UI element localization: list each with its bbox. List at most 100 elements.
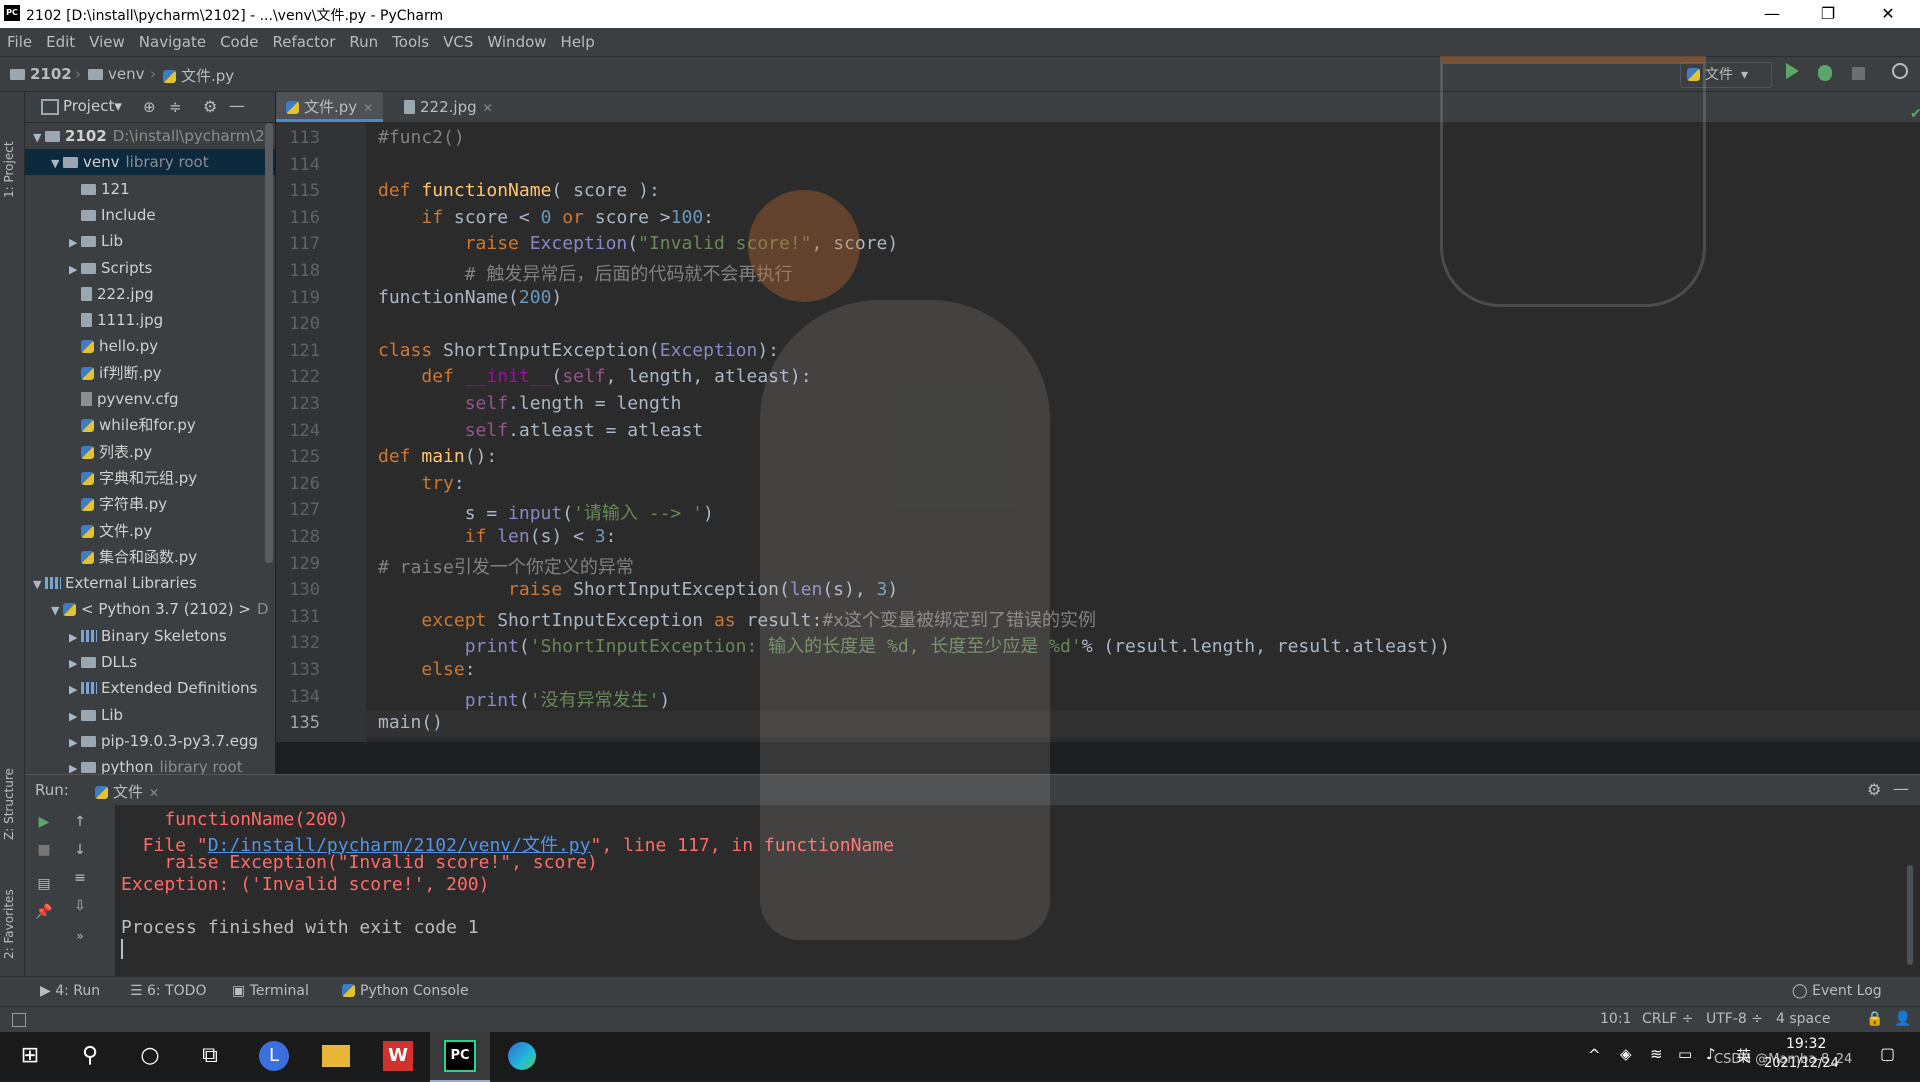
gear-icon[interactable]: ⚙ [1867, 780, 1881, 799]
breadcrumb-file[interactable]: 文件.py [163, 65, 234, 86]
run-icon[interactable] [1786, 63, 1799, 79]
project-tool-tab[interactable]: 1: Project [2, 108, 22, 198]
collapse-arrow-icon[interactable]: ▶ [69, 756, 81, 774]
code-line[interactable]: def functionName( score ): [378, 180, 660, 201]
app-l-icon[interactable]: L [244, 1032, 304, 1080]
menu-code[interactable]: Code [213, 28, 265, 56]
tree-item[interactable]: 121 [25, 176, 275, 202]
indent-setting[interactable]: 4 space [1776, 1011, 1830, 1027]
tray-expand-icon[interactable]: ^ [1588, 1046, 1601, 1064]
notifications-icon[interactable]: 👤 [1894, 1011, 1911, 1027]
code-line[interactable]: try: [378, 473, 464, 494]
tree-item[interactable]: if判断.py [25, 360, 275, 386]
toggle-tool-windows-icon[interactable] [12, 1013, 26, 1027]
file-encoding[interactable]: UTF-8 ÷ [1706, 1011, 1763, 1027]
collapse-arrow-icon[interactable]: ▶ [69, 651, 81, 677]
tool-tab-python-console[interactable]: Python Console [342, 983, 469, 999]
tree-item[interactable]: 1111.jpg [25, 307, 275, 333]
collapse-arrow-icon[interactable]: ▶ [69, 257, 81, 283]
tree-item[interactable]: ▼ External Libraries [25, 570, 273, 596]
code-line[interactable]: functionName(200) [378, 287, 562, 308]
menu-help[interactable]: Help [554, 28, 602, 56]
tree-item[interactable]: 字典和元组.py [25, 465, 275, 491]
tree-scrollbar[interactable] [265, 123, 273, 563]
collapse-arrow-icon[interactable]: ▶ [69, 677, 81, 703]
clock-time[interactable]: 19:32 [1786, 1036, 1826, 1052]
collapse-arrow-icon[interactable]: ▶ [69, 230, 81, 256]
menu-run[interactable]: Run [342, 28, 385, 56]
tree-item[interactable]: 集合和函数.py [25, 544, 275, 570]
code-line[interactable]: #func2() [378, 127, 465, 148]
tree-item[interactable]: ▶ Lib [25, 702, 275, 728]
tree-item[interactable]: ▶ DLLs [25, 649, 275, 675]
expand-arrow-icon[interactable]: ▼ [51, 151, 63, 177]
code-line[interactable]: except ShortInputException as result:#x这… [378, 606, 1096, 632]
menu-tools[interactable]: Tools [385, 28, 436, 56]
collapse-arrow-icon[interactable]: ▶ [69, 704, 81, 730]
project-view-selector[interactable]: Project▾ [63, 97, 122, 115]
collapse-arrow-icon[interactable]: ▶ [69, 730, 81, 756]
expand-arrow-icon[interactable]: ▼ [33, 125, 45, 151]
code-area[interactable]: #func2() def functionName( score ): if sc… [276, 122, 1920, 742]
collapse-all-icon[interactable]: ≑ [169, 98, 182, 116]
code-line[interactable]: main() [378, 712, 443, 733]
run-tab[interactable]: 文件 ✕ [95, 781, 159, 802]
expand-arrow-icon[interactable]: ▼ [33, 572, 45, 598]
tree-item[interactable]: pyvenv.cfg [25, 386, 275, 412]
code-line[interactable]: def __init__(self, length, atleast): [378, 366, 811, 387]
event-log[interactable]: ◯ Event Log [1792, 983, 1882, 999]
battery-icon[interactable]: ▭ [1678, 1045, 1692, 1063]
edge-icon[interactable] [492, 1032, 552, 1080]
code-line[interactable]: raise Exception("Invalid score!", score) [378, 233, 899, 254]
tool-tab-terminal[interactable]: ▣ Terminal [232, 983, 309, 999]
tree-item[interactable]: ▼ < Python 3.7 (2102) > D [25, 596, 275, 622]
breadcrumb-folder[interactable]: venv [88, 65, 145, 83]
code-line[interactable]: print('没有异常发生') [378, 686, 671, 712]
code-line[interactable]: self.atleast = atleast [378, 420, 703, 441]
code-line[interactable]: if score < 0 or score >100: [378, 207, 714, 228]
tool-tab-todo[interactable]: ☰ 6: TODO [130, 983, 206, 999]
run-config-selector[interactable]: 文件 ▾ [1680, 62, 1772, 88]
wifi-icon[interactable]: ≋ [1650, 1045, 1663, 1063]
tree-item[interactable]: ▶ Binary Skeletons [25, 623, 275, 649]
search-icon[interactable] [1892, 63, 1908, 79]
cortana-icon[interactable]: ○ [120, 1032, 180, 1080]
menu-file[interactable]: File [0, 28, 39, 56]
code-line[interactable]: self.length = length [378, 393, 682, 414]
gear-icon[interactable]: ⚙ [203, 97, 217, 116]
tray-app-icon[interactable]: ◈ [1620, 1045, 1632, 1063]
hide-icon[interactable]: — [229, 96, 245, 115]
tree-item[interactable]: 字符串.py [25, 491, 275, 517]
menu-vcs[interactable]: VCS [436, 28, 480, 56]
tree-item[interactable]: ▶ Lib [25, 228, 275, 254]
restore-button[interactable]: ❐ [1800, 0, 1856, 28]
code-line[interactable]: if len(s) < 3: [378, 526, 617, 547]
hide-icon[interactable]: — [1893, 779, 1909, 798]
breadcrumb-root[interactable]: 2102 [10, 65, 72, 83]
action-center-icon[interactable]: ▢ [1880, 1044, 1895, 1063]
console-scrollbar[interactable] [1907, 865, 1913, 965]
tree-item[interactable]: ▼ venv library root [25, 149, 275, 177]
minimize-button[interactable]: — [1744, 0, 1800, 28]
menu-view[interactable]: View [82, 28, 132, 56]
caret-position[interactable]: 10:1 [1600, 1011, 1631, 1027]
tree-item[interactable]: 文件.py [25, 518, 275, 544]
code-line[interactable]: def main(): [378, 446, 497, 467]
windows-start-icon[interactable]: ⊞ [0, 1032, 60, 1080]
code-line[interactable]: raise ShortInputException(len(s), 3) [378, 579, 898, 600]
tree-item[interactable]: 222.jpg [25, 281, 275, 307]
close-icon[interactable]: ✕ [149, 786, 159, 800]
tab-file-py[interactable]: 文件.py ✕ [276, 92, 384, 122]
search-icon[interactable]: ⚲ [60, 1032, 120, 1080]
code-line[interactable]: else: [378, 659, 475, 680]
tree-item[interactable]: ▶ Scripts [25, 255, 275, 281]
tree-item[interactable]: Include [25, 202, 275, 228]
menu-edit[interactable]: Edit [39, 28, 82, 56]
menu-refactor[interactable]: Refactor [265, 28, 342, 56]
menu-navigate[interactable]: Navigate [132, 28, 213, 56]
code-line[interactable]: # raise引发一个你定义的异常 [378, 553, 634, 579]
code-line[interactable]: class ShortInputException(Exception): [378, 340, 779, 361]
code-line[interactable]: s = input('请输入 --> ') [378, 499, 714, 525]
line-separator[interactable]: CRLF ÷ [1642, 1011, 1694, 1027]
close-icon[interactable]: ✕ [363, 101, 373, 115]
